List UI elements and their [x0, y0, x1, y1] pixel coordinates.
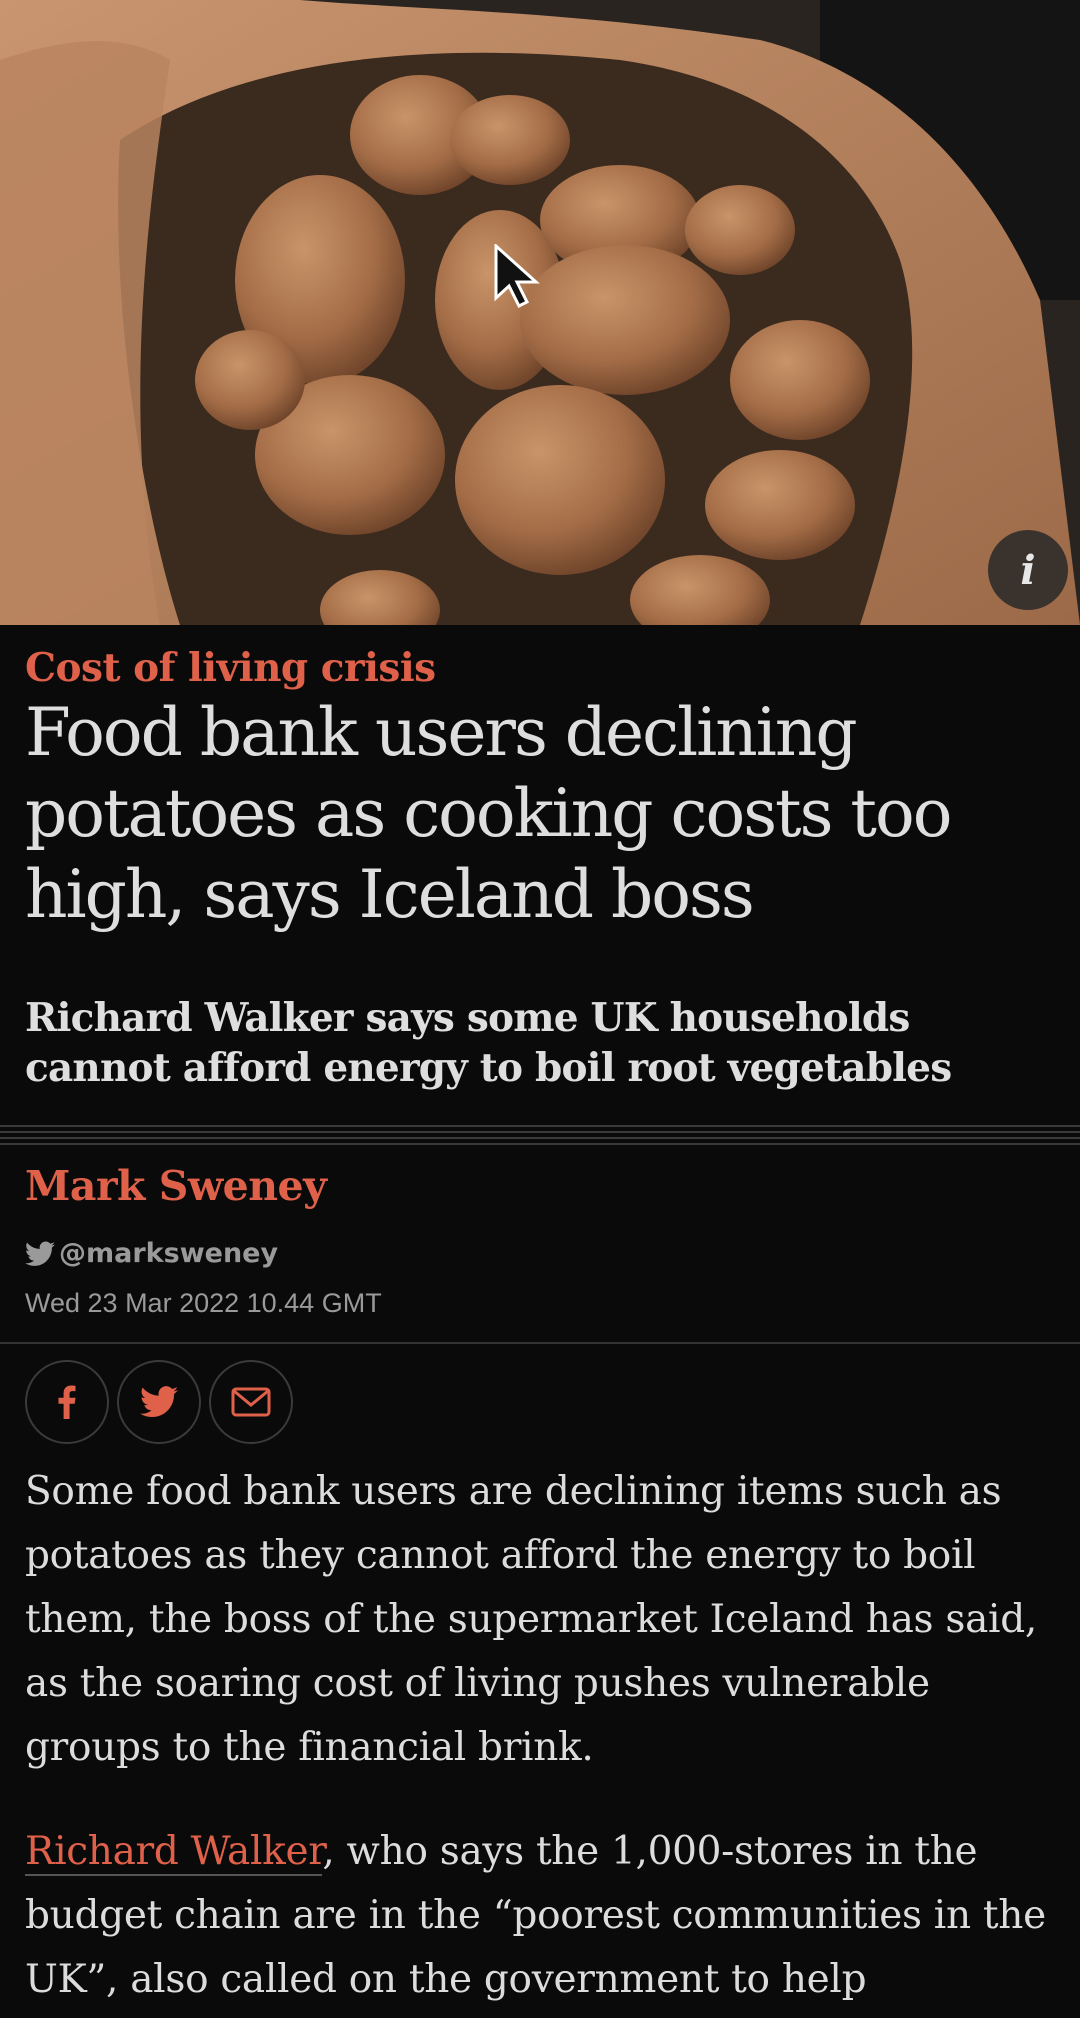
- share-buttons: [25, 1360, 293, 1444]
- section-kicker[interactable]: Cost of living crisis: [25, 645, 436, 691]
- email-icon: [231, 1387, 271, 1417]
- divider: [0, 1342, 1080, 1344]
- share-email-button[interactable]: [209, 1360, 293, 1444]
- article-paragraph: Some food bank users are declining items…: [25, 1469, 1037, 1770]
- richard-walker-link[interactable]: Richard Walker: [25, 1829, 323, 1876]
- divider: [0, 1125, 1080, 1157]
- standfirst: Richard Walker says some UK households c…: [25, 995, 952, 1091]
- hero-image[interactable]: i: [0, 0, 1080, 625]
- article-paragraph: Richard Walker, who says the 1,000-store…: [25, 1820, 1065, 2012]
- potatoes-photo: [0, 0, 1080, 625]
- twitter-handle: @marksweney: [59, 1238, 279, 1269]
- twitter-icon: [140, 1386, 178, 1418]
- share-facebook-button[interactable]: [25, 1360, 109, 1444]
- info-button[interactable]: i: [988, 530, 1068, 610]
- twitter-handle-link[interactable]: @marksweney: [25, 1238, 278, 1269]
- share-twitter-button[interactable]: [117, 1360, 201, 1444]
- author-name[interactable]: Mark Sweney: [25, 1162, 327, 1210]
- publish-date: Wed 23 Mar 2022 10.44 GMT: [25, 1288, 382, 1318]
- headline: Food bank users declining potatoes as co…: [25, 694, 952, 933]
- facebook-icon: [58, 1385, 76, 1419]
- twitter-bird-icon: [25, 1241, 55, 1266]
